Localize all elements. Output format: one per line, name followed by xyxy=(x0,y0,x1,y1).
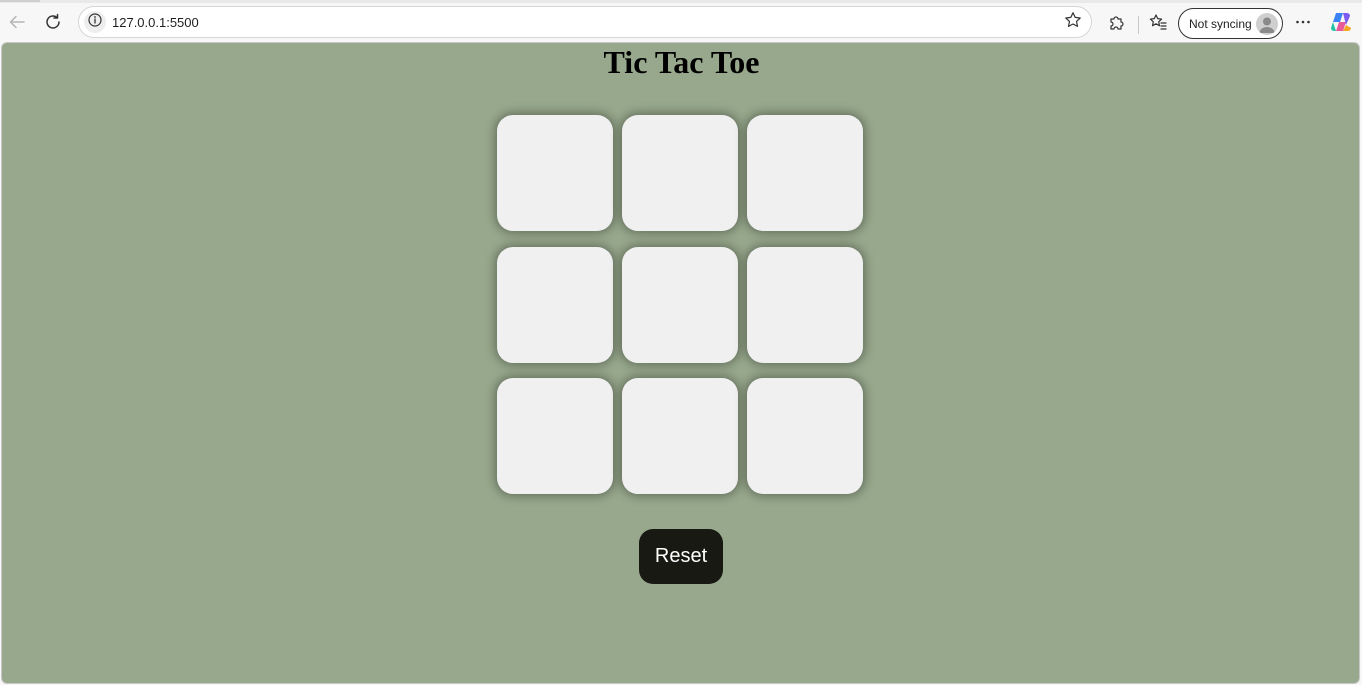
profile-status-label: Not syncing xyxy=(1189,17,1252,31)
board-cell[interactable] xyxy=(497,378,613,494)
page-viewport: Tic Tac Toe Reset xyxy=(1,42,1360,684)
star-icon xyxy=(1064,11,1082,34)
back-arrow-icon xyxy=(8,13,26,31)
board-cell[interactable] xyxy=(622,115,738,231)
url-text[interactable]: 127.0.0.1:5500 xyxy=(112,15,199,30)
game-board xyxy=(497,115,864,495)
copilot-button[interactable] xyxy=(1325,6,1357,38)
board-cell[interactable] xyxy=(747,115,863,231)
toolbar-divider xyxy=(1138,16,1139,34)
reload-button[interactable] xyxy=(37,6,69,38)
page-title: Tic Tac Toe xyxy=(603,44,760,80)
active-tab-indicator[interactable] xyxy=(0,0,40,2)
board-cell[interactable] xyxy=(747,378,863,494)
board-cell[interactable] xyxy=(747,247,863,363)
reset-button[interactable]: Reset xyxy=(639,529,723,584)
board-cell[interactable] xyxy=(497,115,613,231)
info-icon xyxy=(88,12,102,32)
board-cell[interactable] xyxy=(622,378,738,494)
favorites-icon xyxy=(1149,13,1167,31)
more-dots-icon xyxy=(1294,13,1312,31)
copilot-icon xyxy=(1329,10,1353,34)
profile-button[interactable]: Not syncing xyxy=(1178,8,1283,39)
more-button[interactable] xyxy=(1287,6,1319,38)
site-info-button[interactable] xyxy=(84,11,106,33)
favorites-button[interactable] xyxy=(1142,6,1174,38)
back-button[interactable] xyxy=(1,6,33,38)
puzzle-icon xyxy=(1108,13,1126,31)
board-cell[interactable] xyxy=(497,247,613,363)
browser-toolbar: 127.0.0.1:5500 Not syncing xyxy=(0,3,1362,41)
address-bar[interactable]: 127.0.0.1:5500 xyxy=(78,6,1092,38)
add-favorite-button[interactable] xyxy=(1061,10,1085,34)
avatar xyxy=(1256,13,1278,35)
board-cell[interactable] xyxy=(622,247,738,363)
reload-icon xyxy=(44,13,62,31)
extensions-button[interactable] xyxy=(1101,6,1133,38)
